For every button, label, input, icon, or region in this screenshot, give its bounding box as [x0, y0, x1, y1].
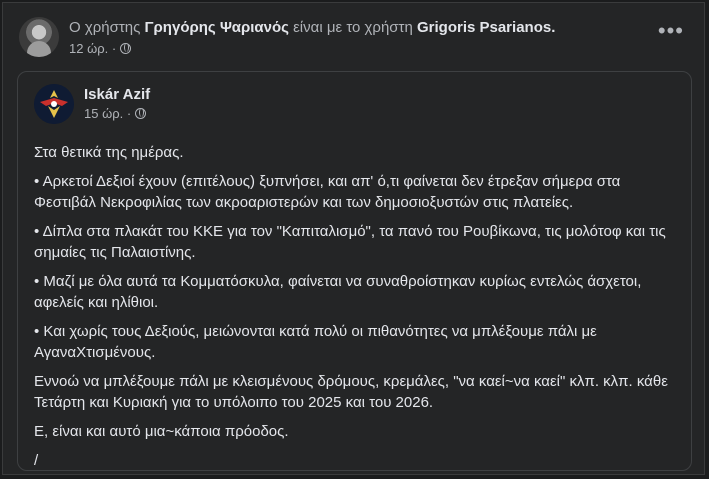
post-header: Ο χρήστης Γρηγόρης Ψαριανός είναι με το … [19, 15, 688, 65]
post-title-line: Ο χρήστης Γρηγόρης Ψαριανός είναι με το … [69, 19, 555, 36]
post-paragraph: Στα θετικά της ημέρας. [34, 144, 184, 161]
shared-author-name[interactable]: Iskár Azif [84, 86, 150, 103]
title-middle: είναι με το χρήστη [293, 19, 413, 36]
post-paragraph: • Αρκετοί Δεξιοί έχουν (επιτέλους) ξυπνή… [34, 173, 621, 211]
shared-post-meta: 15 ώρ. · [84, 106, 147, 121]
post-paragraph: • Και χωρίς τους Δεξιούς, μειώνονται κατ… [34, 323, 597, 361]
post-meta: 12 ώρ. · [69, 41, 132, 56]
shared-author-avatar[interactable] [34, 84, 74, 124]
globe-icon [120, 43, 132, 54]
author-avatar[interactable] [19, 17, 59, 57]
post-paragraph: Εννοώ να μπλέξουμε πάλι με κλεισμένους δ… [34, 373, 668, 411]
globe-icon [135, 108, 147, 119]
post-card: Ο χρήστης Γρηγόρης Ψαριανός είναι με το … [2, 2, 705, 475]
emblem-icon [34, 84, 74, 124]
shared-post[interactable]: Iskár Azif 15 ώρ. · Στα θετικά της ημέρα… [17, 71, 692, 471]
post-paragraph: • Μαζί με όλα αυτά τα Κομματόσκυλα, φαίν… [34, 273, 642, 311]
more-options-icon[interactable]: ••• [658, 20, 684, 42]
tagged-user-link[interactable]: Grigoris Psarianos. [417, 19, 555, 36]
post-paragraph: / [34, 452, 39, 469]
post-paragraph: Ε, είναι και αυτό μια~κάποια πρόοδος. [34, 423, 289, 440]
author-name-link[interactable]: Γρηγόρης Ψαριανός [145, 19, 289, 36]
post-timestamp[interactable]: 12 ώρ. · [69, 41, 116, 56]
post-paragraph: • Δίπλα στα πλακάτ του ΚΚΕ για τον "Καπι… [34, 223, 666, 261]
shared-post-timestamp[interactable]: 15 ώρ. · [84, 106, 131, 121]
title-prefix: Ο χρήστης [69, 19, 141, 36]
post-body: Στα θετικά της ημέρας. • Αρκετοί Δεξιοί … [34, 142, 674, 479]
